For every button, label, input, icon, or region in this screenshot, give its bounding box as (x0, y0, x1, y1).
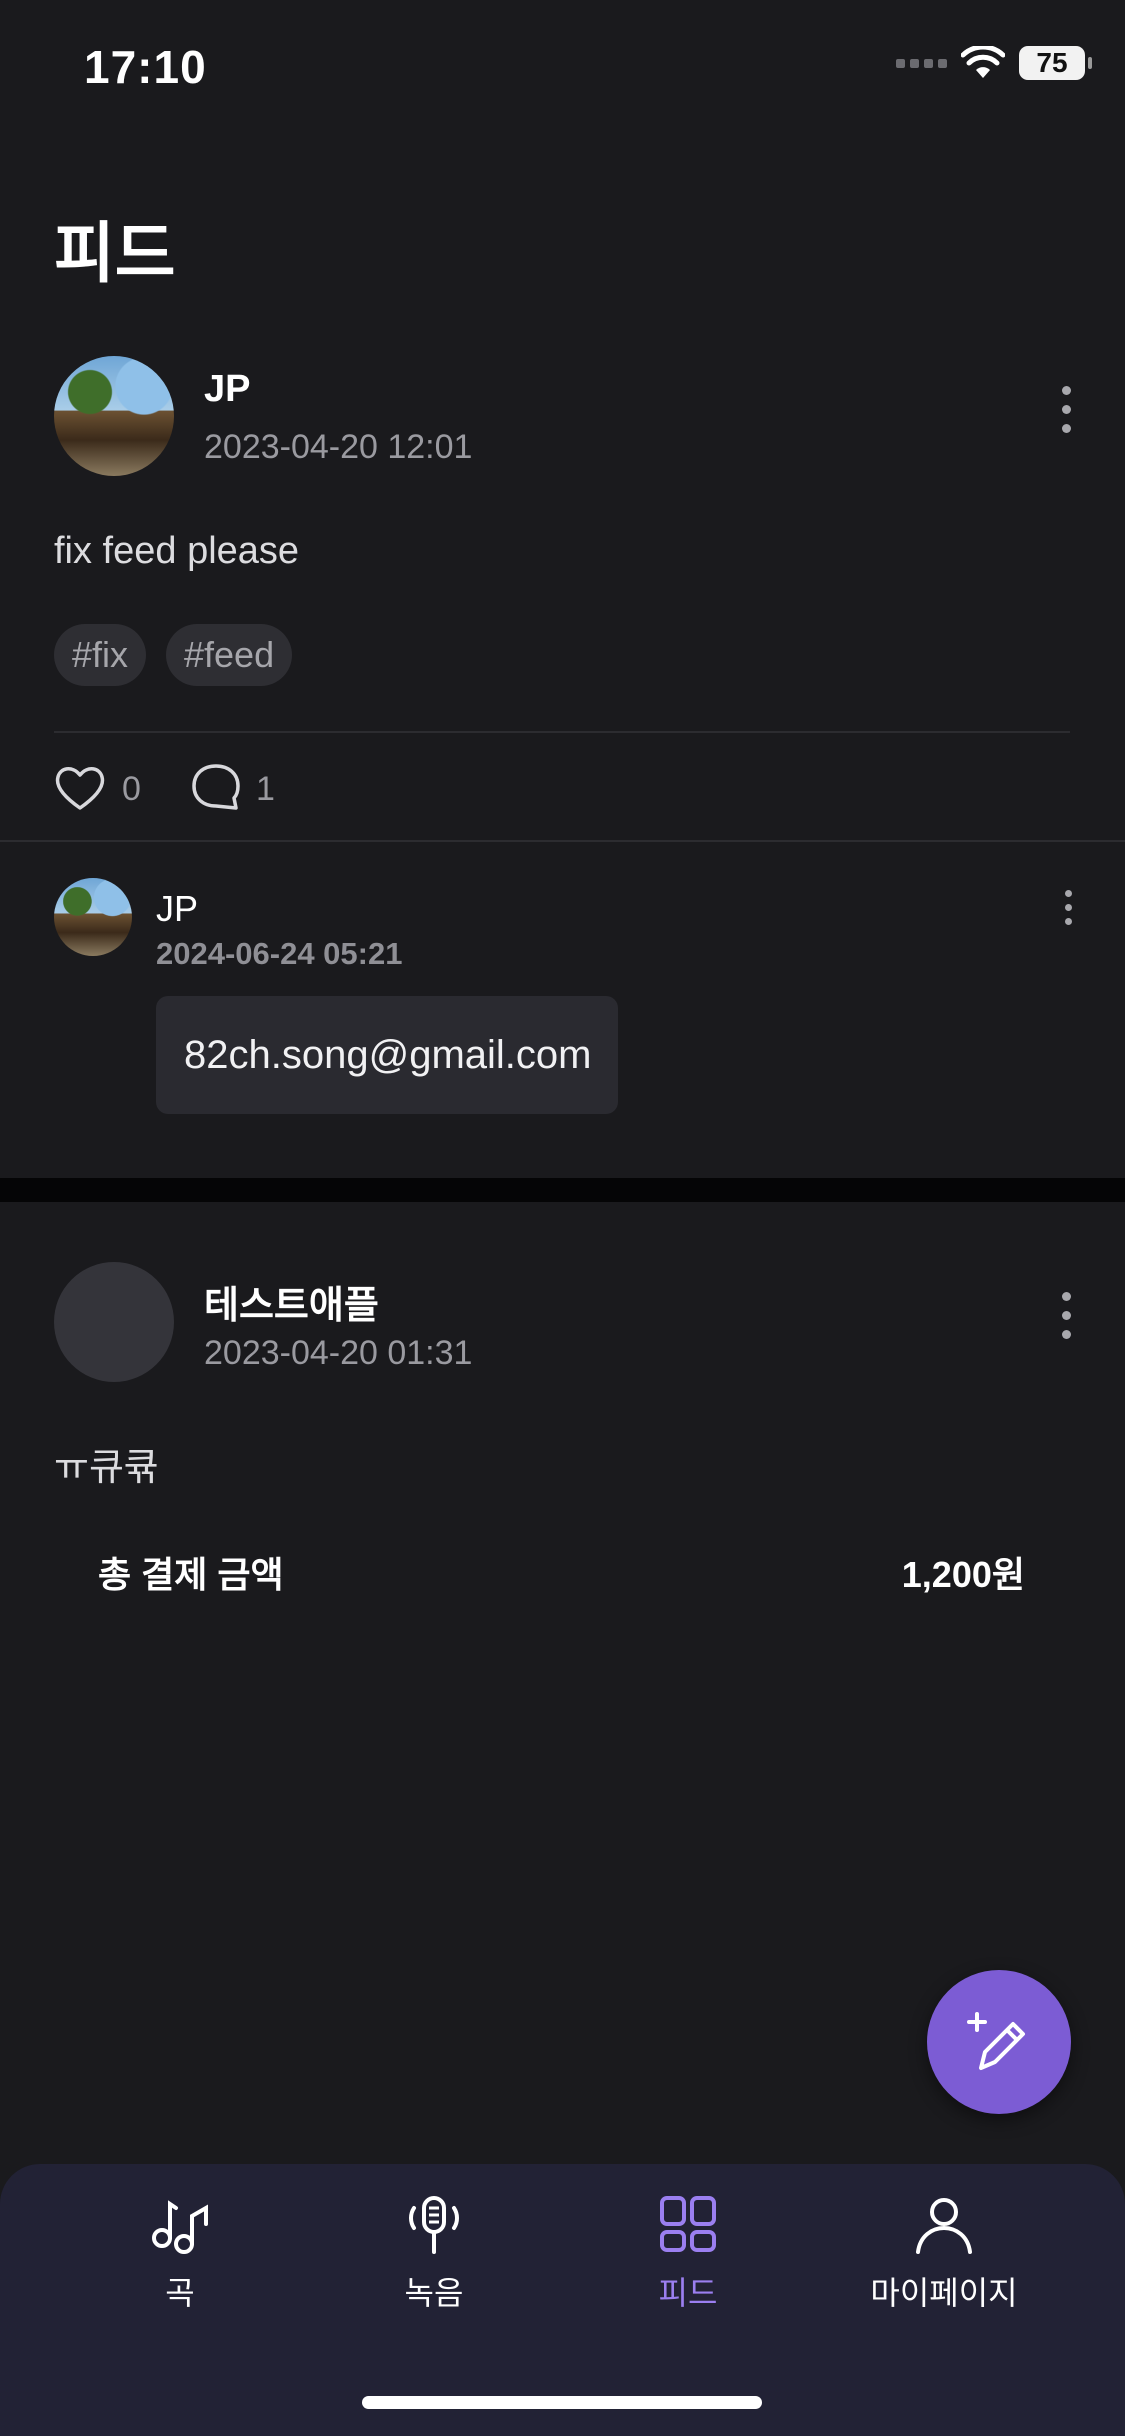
post-username[interactable]: 테스트애플 (204, 1274, 379, 1329)
more-options-icon[interactable] (1056, 386, 1076, 433)
page-title: 피드 (54, 216, 176, 290)
tag-chip[interactable]: #feed (166, 624, 293, 686)
more-options-icon[interactable] (1056, 1292, 1076, 1339)
tab-label: 녹음 (404, 2275, 464, 2311)
post-avatar[interactable] (54, 356, 174, 476)
wifi-icon (961, 46, 1005, 78)
person-icon (916, 2198, 972, 2254)
divider (0, 840, 1125, 842)
total-payment-value: 1,200원 (901, 1554, 1025, 1595)
status-icons: 75 (896, 46, 1092, 80)
home-indicator (362, 2396, 762, 2409)
tab-song[interactable]: 곡 (60, 2194, 300, 2314)
comment-more-options-icon[interactable] (1058, 890, 1078, 925)
comment-timestamp: 2024-06-24 05:21 (156, 936, 403, 971)
like-count: 0 (122, 770, 141, 808)
tab-recording[interactable]: 녹음 (314, 2194, 554, 2314)
post-text: fix feed please (54, 530, 300, 572)
comment-count: 1 (256, 770, 275, 808)
battery-level: 75 (1036, 47, 1068, 78)
tab-label: 마이페이지 (870, 2275, 1018, 2311)
music-note-icon (152, 2200, 208, 2254)
tab-label: 피드 (658, 2275, 718, 2311)
post-timestamp: 2023-04-20 12:01 (204, 428, 473, 466)
tag-chip[interactable]: #fix (54, 624, 147, 686)
post-avatar[interactable] (54, 1262, 174, 1382)
post-timestamp: 2023-04-20 01:31 (204, 1334, 473, 1372)
comment-avatar[interactable] (54, 878, 132, 956)
status-time: 17:10 (84, 41, 207, 93)
post-username[interactable]: JP (204, 368, 250, 411)
microphone-icon (409, 2196, 459, 2254)
post-separator (0, 1178, 1125, 1202)
tab-feed[interactable]: 피드 (568, 2194, 808, 2314)
tab-label: 곡 (165, 2275, 195, 2311)
comment-text: 82ch.song@gmail.com (156, 996, 618, 1114)
tab-my-page[interactable]: 마이페이지 (824, 2194, 1064, 2314)
comment-icon[interactable] (190, 762, 242, 814)
cellular-signal-icon (896, 58, 947, 68)
total-payment-label: 총 결제 금액 (98, 1554, 284, 1595)
write-post-button[interactable] (927, 1970, 1071, 2114)
pencil-plus-icon (967, 2012, 1025, 2070)
post-text: ㅠ큐큒 (54, 1447, 159, 1489)
divider (54, 731, 1070, 733)
heart-icon[interactable] (54, 764, 106, 812)
comment-username[interactable]: JP (156, 888, 198, 930)
battery-icon: 75 (1019, 46, 1092, 80)
grid-icon (660, 2196, 716, 2252)
